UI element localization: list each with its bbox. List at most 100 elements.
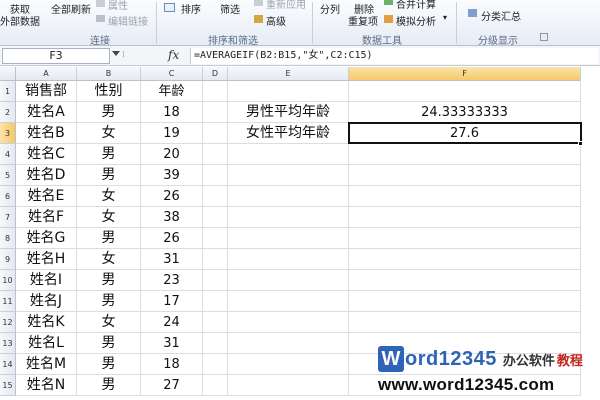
cell-b12[interactable]: 女 xyxy=(77,312,141,333)
cell-d7[interactable] xyxy=(203,207,228,228)
cell-c3[interactable]: 19 xyxy=(141,123,203,144)
text-to-columns-button[interactable]: 分列 xyxy=(320,1,340,16)
cell-e5[interactable] xyxy=(228,165,349,186)
cell-a4[interactable]: 姓名C xyxy=(16,144,77,165)
cell-f7[interactable] xyxy=(349,207,581,228)
get-external-data-button-line2[interactable]: 外部数据 xyxy=(0,13,40,28)
edit-links-button[interactable]: 编辑链接 xyxy=(108,13,148,28)
cell-a12[interactable]: 姓名K xyxy=(16,312,77,333)
cell-f6[interactable] xyxy=(349,186,581,207)
cell-e12[interactable] xyxy=(228,312,349,333)
cell-f1[interactable] xyxy=(349,81,581,102)
cell-e15[interactable] xyxy=(228,375,349,396)
cell-d15[interactable] xyxy=(203,375,228,396)
what-if-analysis-button[interactable]: 模拟分析 xyxy=(396,13,436,28)
cell-e7[interactable] xyxy=(228,207,349,228)
cell-b7[interactable]: 女 xyxy=(77,207,141,228)
cell-f5[interactable] xyxy=(349,165,581,186)
cell-e10[interactable] xyxy=(228,270,349,291)
cell-c2[interactable]: 18 xyxy=(141,102,203,123)
cell-c15[interactable]: 27 xyxy=(141,375,203,396)
cell-c1[interactable]: 年龄 xyxy=(141,81,203,102)
cell-a3[interactable]: 姓名B xyxy=(16,123,77,144)
cell-a6[interactable]: 姓名E xyxy=(16,186,77,207)
column-header-a[interactable]: A xyxy=(16,67,77,81)
cell-f12[interactable] xyxy=(349,312,581,333)
cell-b1[interactable]: 性别 xyxy=(77,81,141,102)
cell-f10[interactable] xyxy=(349,270,581,291)
cell-c9[interactable]: 31 xyxy=(141,249,203,270)
cell-b5[interactable]: 男 xyxy=(77,165,141,186)
row-header[interactable]: 12 xyxy=(0,312,16,333)
reapply-button[interactable]: 重新应用 xyxy=(266,0,306,11)
cell-a5[interactable]: 姓名D xyxy=(16,165,77,186)
cell-c11[interactable]: 17 xyxy=(141,291,203,312)
row-header[interactable]: 13 xyxy=(0,333,16,354)
row-header[interactable]: 6 xyxy=(0,186,16,207)
cell-b4[interactable]: 男 xyxy=(77,144,141,165)
row-header[interactable]: 2 xyxy=(0,102,16,123)
row-header[interactable]: 14 xyxy=(0,354,16,375)
dropdown-arrow-icon[interactable]: ▾ xyxy=(443,13,447,22)
cell-a2[interactable]: 姓名A xyxy=(16,102,77,123)
cell-c5[interactable]: 39 xyxy=(141,165,203,186)
cell-d14[interactable] xyxy=(203,354,228,375)
cell-a7[interactable]: 姓名F xyxy=(16,207,77,228)
row-header[interactable]: 3 xyxy=(0,123,16,144)
cell-b10[interactable]: 男 xyxy=(77,270,141,291)
cell-c6[interactable]: 26 xyxy=(141,186,203,207)
formula-input[interactable]: =AVERAGEIF(B2:B15,"女",C2:C15) xyxy=(190,48,598,64)
advanced-filter-button[interactable]: 高级 xyxy=(266,13,286,28)
cell-c10[interactable]: 23 xyxy=(141,270,203,291)
remove-duplicates-button-line2[interactable]: 重复项 xyxy=(348,13,378,28)
cell-b3[interactable]: 女 xyxy=(77,123,141,144)
cell-e11[interactable] xyxy=(228,291,349,312)
cell-f2[interactable]: 24.33333333 xyxy=(349,102,581,123)
fill-handle[interactable] xyxy=(578,141,583,146)
column-header-d[interactable]: D xyxy=(203,67,228,81)
row-header[interactable]: 1 xyxy=(0,81,16,102)
cell-d13[interactable] xyxy=(203,333,228,354)
name-box-dropdown-icon[interactable] xyxy=(112,51,120,56)
cell-b2[interactable]: 男 xyxy=(77,102,141,123)
cell-a10[interactable]: 姓名I xyxy=(16,270,77,291)
cell-f11[interactable] xyxy=(349,291,581,312)
row-header[interactable]: 4 xyxy=(0,144,16,165)
cell-d6[interactable] xyxy=(203,186,228,207)
sort-button[interactable]: 排序 xyxy=(181,1,201,16)
cell-d12[interactable] xyxy=(203,312,228,333)
row-header[interactable]: 8 xyxy=(0,228,16,249)
cell-a15[interactable]: 姓名N xyxy=(16,375,77,396)
filter-button[interactable]: 筛选 xyxy=(220,1,240,16)
column-header-e[interactable]: E xyxy=(228,67,349,81)
cell-c12[interactable]: 24 xyxy=(141,312,203,333)
cell-d10[interactable] xyxy=(203,270,228,291)
cell-a13[interactable]: 姓名L xyxy=(16,333,77,354)
name-box[interactable]: F3 xyxy=(2,48,110,64)
cell-f9[interactable] xyxy=(349,249,581,270)
cell-d11[interactable] xyxy=(203,291,228,312)
cell-b9[interactable]: 女 xyxy=(77,249,141,270)
cell-d3[interactable] xyxy=(203,123,228,144)
row-header[interactable]: 11 xyxy=(0,291,16,312)
refresh-all-button[interactable]: 全部刷新 xyxy=(51,1,91,16)
dialog-launcher-icon[interactable] xyxy=(540,33,548,41)
row-header[interactable]: 7 xyxy=(0,207,16,228)
cell-f8[interactable] xyxy=(349,228,581,249)
cell-a11[interactable]: 姓名J xyxy=(16,291,77,312)
column-header-f[interactable]: F xyxy=(349,67,581,81)
cell-b13[interactable]: 男 xyxy=(77,333,141,354)
cell-d1[interactable] xyxy=(203,81,228,102)
cell-e6[interactable] xyxy=(228,186,349,207)
cell-f3[interactable]: 27.6 xyxy=(349,123,581,144)
cell-d4[interactable] xyxy=(203,144,228,165)
row-header[interactable]: 5 xyxy=(0,165,16,186)
consolidate-button[interactable]: 合并计算 xyxy=(396,0,436,11)
cell-e2[interactable]: 男性平均年龄 xyxy=(228,102,349,123)
column-header-c[interactable]: C xyxy=(141,67,203,81)
cell-c13[interactable]: 31 xyxy=(141,333,203,354)
cell-f4[interactable] xyxy=(349,144,581,165)
cell-b11[interactable]: 男 xyxy=(77,291,141,312)
cell-b14[interactable]: 男 xyxy=(77,354,141,375)
row-header[interactable]: 15 xyxy=(0,375,16,396)
